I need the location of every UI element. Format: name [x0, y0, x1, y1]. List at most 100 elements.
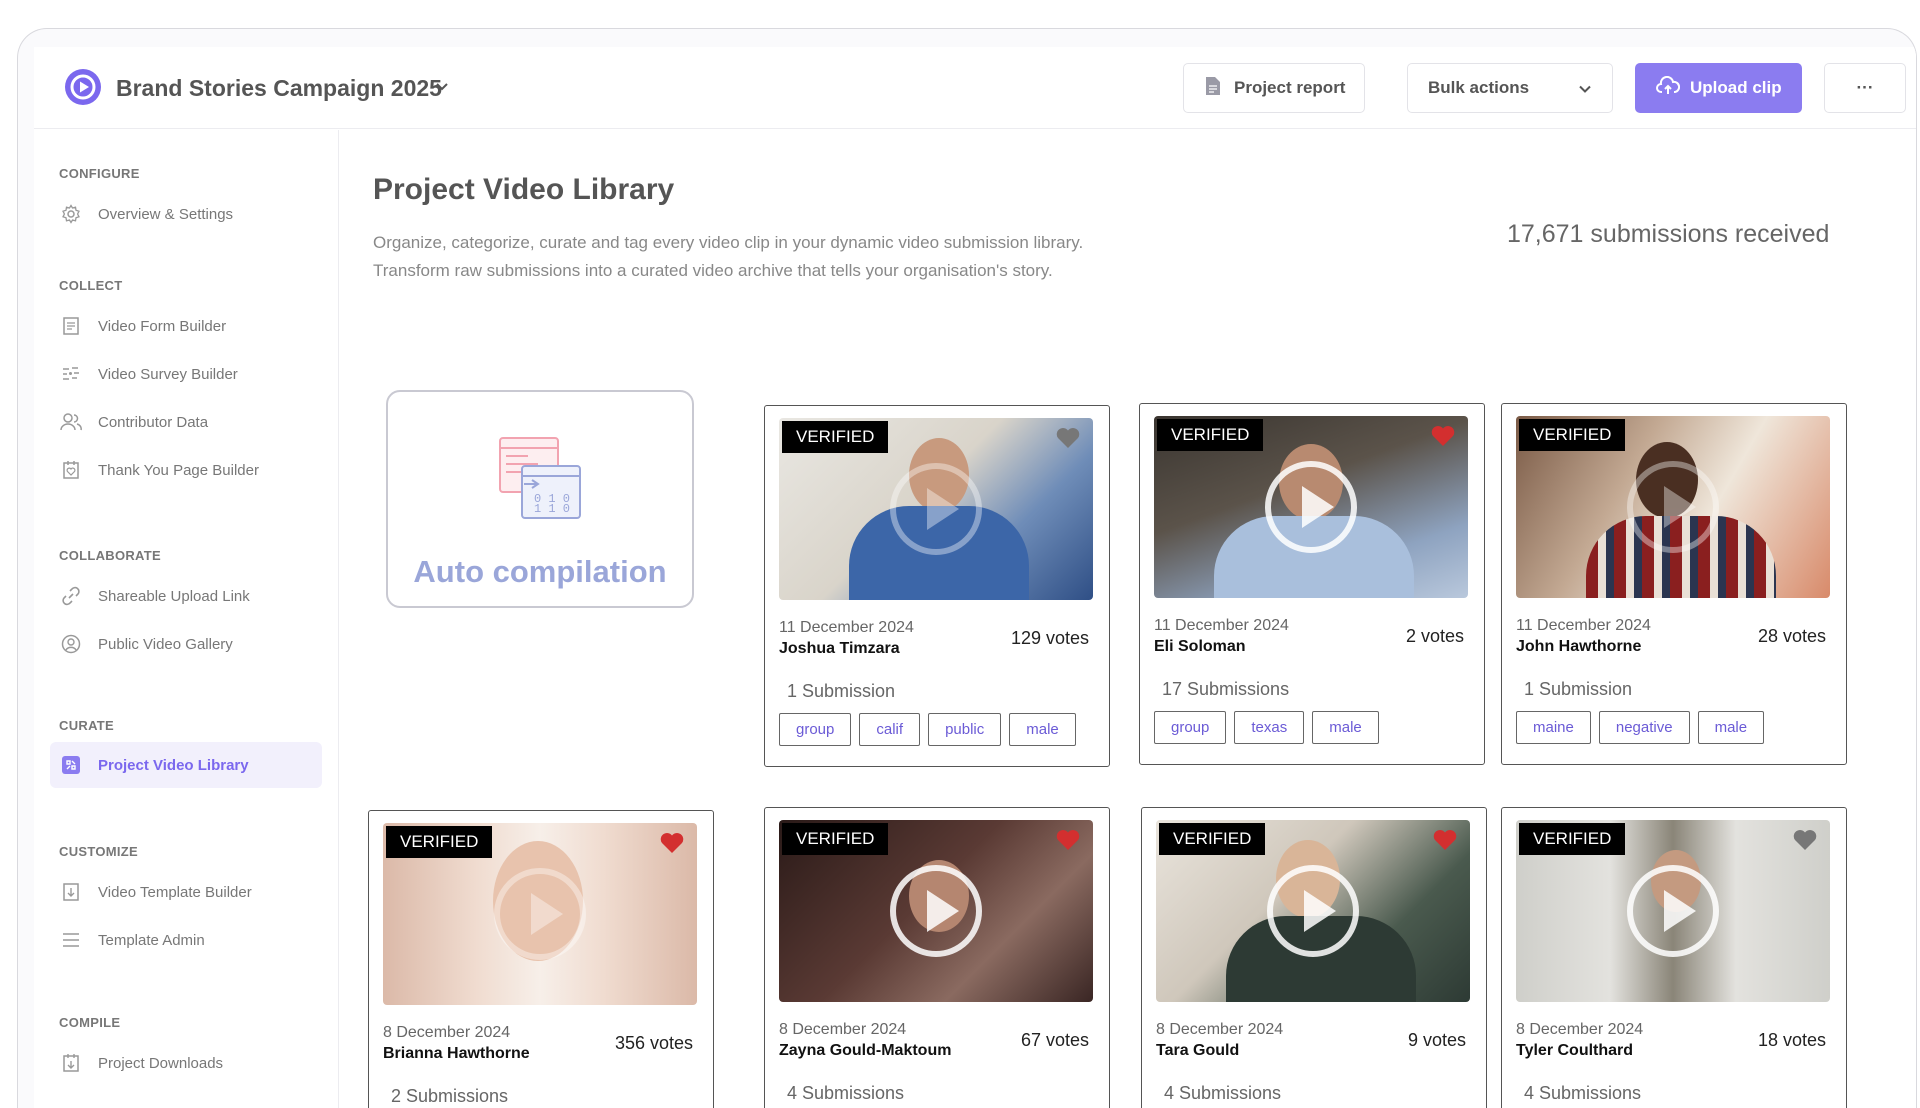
- project-title[interactable]: Brand Stories Campaign 2025: [116, 75, 442, 102]
- verified-badge: VERIFIED: [1519, 823, 1626, 855]
- section-label-customize: CUSTOMIZE: [59, 844, 139, 859]
- play-icon[interactable]: [890, 463, 982, 555]
- sidebar-item-thank-you-page-builder[interactable]: Thank You Page Builder: [59, 447, 331, 493]
- vote-count: 67 votes: [1020, 1030, 1089, 1050]
- section-label-collaborate: COLLABORATE: [59, 548, 161, 563]
- video-card[interactable]: VERIFIED 11 December 2024 Eli Soloman 2 …: [1139, 403, 1485, 765]
- video-date: 8 December 2024: [383, 1024, 511, 1041]
- project-report-button[interactable]: Project report: [1183, 63, 1365, 113]
- video-thumbnail[interactable]: VERIFIED: [779, 820, 1093, 1002]
- video-date: 11 December 2024: [1154, 617, 1289, 634]
- sidebar-item-public-video-gallery[interactable]: Public Video Gallery: [59, 621, 331, 667]
- video-thumbnail[interactable]: VERIFIED: [1154, 416, 1468, 598]
- vote-count: 18 votes: [1757, 1030, 1826, 1050]
- video-thumbnail[interactable]: VERIFIED: [383, 823, 697, 1005]
- contributor-name: Zayna Gould-Maktoum: [779, 1042, 952, 1059]
- contributor-name: John Hawthorne: [1516, 638, 1642, 655]
- tag-chip[interactable]: texas: [1234, 711, 1305, 744]
- video-thumbnail[interactable]: VERIFIED: [779, 418, 1093, 600]
- heart-icon[interactable]: [1055, 828, 1081, 857]
- play-icon[interactable]: [1267, 865, 1359, 957]
- video-card[interactable]: VERIFIED 11 December 2024 John Hawthorne…: [1501, 403, 1847, 765]
- video-card[interactable]: VERIFIED 8 December 2024 Zayna Gould-Mak…: [764, 807, 1110, 1108]
- contributor-name: Tyler Coulthard: [1516, 1042, 1634, 1059]
- play-icon[interactable]: [890, 865, 982, 957]
- app-logo-icon[interactable]: [65, 69, 101, 105]
- verified-badge: VERIFIED: [1159, 823, 1266, 855]
- tag-list: group texas male: [1154, 711, 1379, 744]
- upload-clip-label: Upload clip: [1690, 78, 1782, 97]
- video-thumbnail[interactable]: VERIFIED: [1516, 416, 1830, 598]
- tag-chip[interactable]: public: [928, 713, 1002, 746]
- video-thumbnail[interactable]: VERIFIED: [1516, 820, 1830, 1002]
- sidebar-item-project-downloads[interactable]: Project Downloads: [59, 1040, 331, 1086]
- video-card[interactable]: VERIFIED 8 December 2024 Tyler Coulthard…: [1501, 807, 1847, 1108]
- heart-icon[interactable]: [1430, 424, 1456, 453]
- ellipsis-icon: ···: [1856, 78, 1874, 97]
- upload-clip-button[interactable]: Upload clip: [1635, 63, 1802, 113]
- play-icon[interactable]: [1265, 461, 1357, 553]
- template-icon: [59, 880, 83, 904]
- section-label-collect: COLLECT: [59, 278, 123, 293]
- download-icon: [59, 1051, 83, 1075]
- heart-icon[interactable]: [1432, 828, 1458, 857]
- video-card[interactable]: VERIFIED 11 December 2024 Joshua Timzara…: [764, 405, 1110, 767]
- video-thumbnail[interactable]: VERIFIED: [1156, 820, 1470, 1002]
- sidebar-item-video-template-builder[interactable]: Video Template Builder: [59, 869, 331, 915]
- sidebar: CONFIGURE Overview & Settings COLLECT Vi…: [34, 130, 339, 1108]
- sidebar-item-video-survey-builder[interactable]: Video Survey Builder: [59, 351, 331, 397]
- tag-chip[interactable]: male: [1312, 711, 1379, 744]
- sidebar-item-video-form-builder[interactable]: Video Form Builder: [59, 303, 331, 349]
- tag-chip[interactable]: maine: [1516, 711, 1591, 744]
- tag-chip[interactable]: group: [779, 713, 852, 746]
- sidebar-item-label: Shareable Upload Link: [98, 587, 250, 605]
- heart-icon[interactable]: [1055, 426, 1081, 455]
- video-date: 8 December 2024: [779, 1021, 907, 1038]
- video-card[interactable]: VERIFIED 8 December 2024 Tara Gould 9 vo…: [1141, 807, 1487, 1108]
- sidebar-item-project-video-library[interactable]: Project Video Library: [50, 742, 322, 788]
- bulk-actions-dropdown[interactable]: Bulk actions: [1407, 63, 1613, 113]
- video-card[interactable]: VERIFIED 8 December 2024 Brianna Hawthor…: [368, 810, 714, 1108]
- play-icon[interactable]: [494, 868, 586, 960]
- play-icon[interactable]: [1627, 461, 1719, 553]
- chevron-down-icon[interactable]: [434, 79, 450, 100]
- tag-chip[interactable]: group: [1154, 711, 1227, 744]
- video-date: 11 December 2024: [1516, 617, 1651, 634]
- sidebar-item-label: Public Video Gallery: [98, 635, 233, 653]
- more-options-button[interactable]: ···: [1824, 63, 1906, 113]
- vote-count: 129 votes: [1010, 628, 1089, 648]
- contributor-name: Brianna Hawthorne: [383, 1045, 530, 1062]
- sidebar-item-contributor-data[interactable]: Contributor Data: [59, 399, 331, 445]
- verified-badge: VERIFIED: [386, 826, 493, 858]
- tag-chip[interactable]: calif: [859, 713, 921, 746]
- submission-count: 17 Submissions: [1162, 679, 1290, 699]
- auto-compilation-card[interactable]: 0 1 0 1 1 0 Auto compilation: [386, 390, 694, 608]
- heart-icon[interactable]: [659, 831, 685, 860]
- bulk-actions-label: Bulk actions: [1428, 78, 1530, 97]
- sidebar-item-label: Video Survey Builder: [98, 365, 238, 383]
- app-window: Brand Stories Campaign 2025 Project repo…: [17, 28, 1917, 1108]
- gallery-icon: [59, 632, 83, 656]
- sidebar-item-overview-settings[interactable]: Overview & Settings: [59, 191, 331, 237]
- sidebar-item-shareable-upload-link[interactable]: Shareable Upload Link: [59, 573, 331, 619]
- video-date: 8 December 2024: [1516, 1021, 1644, 1038]
- submission-count: 4 Submissions: [787, 1083, 905, 1103]
- vote-count: 2 votes: [1405, 626, 1464, 646]
- tag-chip[interactable]: negative: [1598, 711, 1690, 744]
- video-date: 8 December 2024: [1156, 1021, 1284, 1038]
- video-date: 11 December 2024: [779, 619, 914, 636]
- verified-badge: VERIFIED: [1157, 419, 1264, 451]
- sidebar-item-label: Project Downloads: [98, 1054, 224, 1072]
- page-title: Project Video Library: [373, 173, 675, 206]
- survey-icon: [59, 362, 83, 386]
- sidebar-item-template-admin[interactable]: Template Admin: [59, 917, 331, 963]
- sidebar-item-label: Thank You Page Builder: [98, 461, 259, 479]
- tag-chip[interactable]: male: [1009, 713, 1076, 746]
- chevron-down-icon: [1578, 81, 1592, 101]
- list-icon: [59, 928, 83, 952]
- submission-count: 4 Submissions: [1164, 1083, 1282, 1103]
- heart-icon[interactable]: [1792, 828, 1818, 857]
- tag-chip[interactable]: male: [1697, 711, 1765, 744]
- vote-count: 28 votes: [1757, 626, 1826, 646]
- play-icon[interactable]: [1627, 865, 1719, 957]
